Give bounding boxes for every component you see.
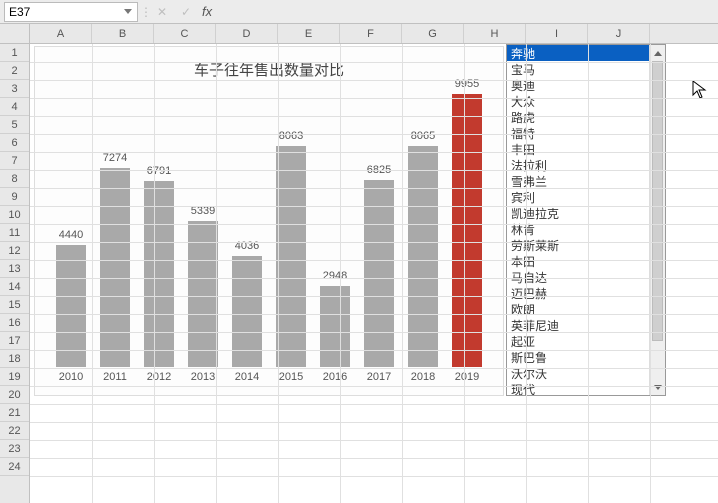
dropdown-item[interactable]: 凯迪拉克 [507,205,649,221]
row-header[interactable]: 3 [0,80,29,98]
mouse-cursor-icon [692,80,708,100]
name-box-dropdown-icon[interactable] [123,7,133,17]
row-header[interactable]: 6 [0,134,29,152]
chart-bar[interactable]: 6825 [364,180,395,367]
row-header[interactable]: 1 [0,44,29,62]
row-header[interactable]: 12 [0,242,29,260]
formula-bar-resize-grip[interactable]: ⋮ [142,2,150,22]
column-header[interactable]: A [30,24,92,43]
row-header[interactable]: 4 [0,98,29,116]
formula-bar: E37 ⋮ fx [0,0,718,24]
cells[interactable]: 车子往年售出数量对比 44407274679153394036806329486… [30,44,718,503]
column-header[interactable]: E [278,24,340,43]
chart-bar-label: 4440 [59,229,83,241]
column-header[interactable]: I [526,24,588,43]
column-header[interactable]: G [402,24,464,43]
dropdown-item[interactable]: 路虎 [507,109,649,125]
dropdown-item[interactable]: 宝马 [507,61,649,77]
column-header[interactable]: D [216,24,278,43]
row-header[interactable]: 9 [0,188,29,206]
row-header[interactable]: 14 [0,278,29,296]
formula-input[interactable] [218,2,714,22]
row-header[interactable]: 7 [0,152,29,170]
scroll-up-arrow-icon[interactable] [650,45,665,61]
chart-bar[interactable]: 8065 [408,146,439,367]
chart-bar-label: 8063 [279,130,303,142]
column-header[interactable]: C [154,24,216,43]
row-header[interactable]: 10 [0,206,29,224]
formula-buttons: fx [154,4,212,20]
row-header[interactable]: 20 [0,386,29,404]
column-headers: ABCDEFGHIJ [0,24,718,44]
name-box-value: E37 [9,5,30,19]
chart-bar[interactable]: 6791 [144,181,175,367]
row-header[interactable]: 8 [0,170,29,188]
dropdown-item[interactable]: 现代 [507,381,649,395]
name-box[interactable]: E37 [4,2,138,22]
dropdown-item[interactable]: 奔驰 [507,45,649,61]
dropdown-item[interactable]: 马自达 [507,269,649,285]
row-header[interactable]: 19 [0,368,29,386]
row-header[interactable]: 24 [0,458,29,476]
row-header[interactable]: 13 [0,260,29,278]
chart-bar[interactable]: 2948 [320,286,351,367]
chart-bar[interactable]: 7274 [100,168,131,367]
chart-bar-label: 8065 [411,130,435,142]
row-header[interactable]: 22 [0,422,29,440]
row-header[interactable]: 15 [0,296,29,314]
dropdown-item[interactable]: 劳斯莱斯 [507,237,649,253]
row-header[interactable]: 5 [0,116,29,134]
dropdown-item[interactable]: 大众 [507,93,649,109]
row-header[interactable]: 17 [0,332,29,350]
row-header[interactable]: 2 [0,62,29,80]
column-header[interactable]: F [340,24,402,43]
scroll-down-arrow-icon[interactable] [650,379,665,395]
chart-bar[interactable]: 8063 [276,146,307,367]
dropdown-item[interactable]: 英菲尼迪 [507,317,649,333]
fx-label[interactable]: fx [202,4,212,19]
cancel-icon [154,4,170,20]
row-headers: 123456789101112131415161718192021222324 [0,44,30,503]
row-header[interactable]: 23 [0,440,29,458]
row-header[interactable]: 21 [0,404,29,422]
column-header[interactable]: H [464,24,526,43]
dropdown-item[interactable]: 斯巴鲁 [507,349,649,365]
chart-bar-label: 2948 [323,270,347,282]
column-header[interactable]: B [92,24,154,43]
chart-bar[interactable]: 4440 [56,245,87,367]
row-header[interactable]: 11 [0,224,29,242]
confirm-icon [178,4,194,20]
column-header[interactable]: J [588,24,650,43]
chart-bar[interactable]: 9955 [452,94,483,367]
row-header[interactable]: 18 [0,350,29,368]
dropdown-item[interactable]: 迈巴赫 [507,285,649,301]
chart-bar-label: 7274 [103,152,127,164]
dropdown-item[interactable]: 福特 [507,125,649,141]
dropdown-item[interactable]: 雪弗兰 [507,173,649,189]
dropdown-item[interactable]: 本田 [507,253,649,269]
data-validation-dropdown[interactable]: 奔驰宝马奥迪大众路虎福特丰田法拉利雪弗兰宾利凯迪拉克林肯劳斯莱斯本田马自达迈巴赫… [506,44,666,396]
scroll-thumb[interactable] [652,61,663,341]
dropdown-item[interactable]: 起亚 [507,333,649,349]
select-all-corner[interactable] [0,24,30,43]
dropdown-item[interactable]: 丰田 [507,141,649,157]
row-header[interactable]: 16 [0,314,29,332]
dropdown-item[interactable]: 宾利 [507,189,649,205]
grid-area: 123456789101112131415161718192021222324 … [0,44,718,503]
